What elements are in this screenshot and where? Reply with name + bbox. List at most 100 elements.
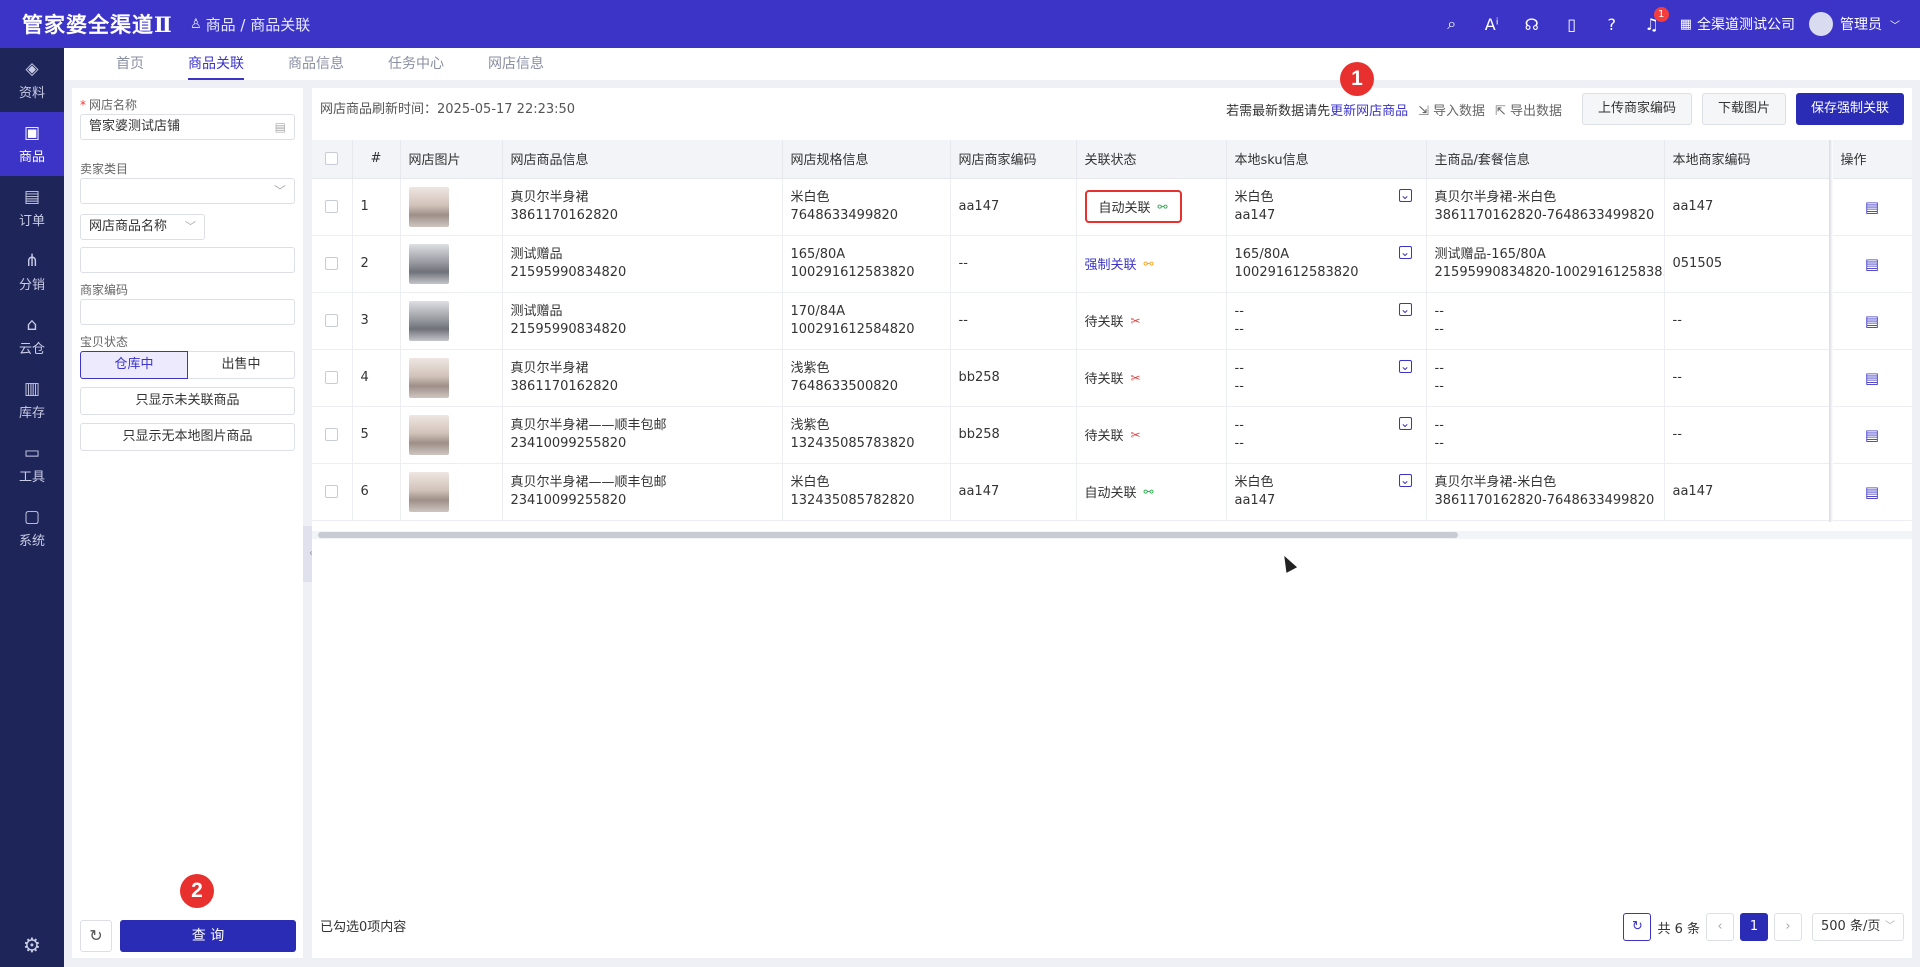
headset-icon[interactable]: ☊	[1512, 15, 1552, 34]
sidebar-item-data[interactable]: ◈ 资料	[0, 48, 64, 112]
toolbox-icon: ▭	[23, 442, 41, 463]
refresh-list-button[interactable]: ↻	[1623, 913, 1652, 941]
local-sku-cell: -- -- ⌄	[1226, 349, 1427, 407]
export-data-link[interactable]: ⇱ 导出数据	[1495, 100, 1562, 119]
select-sku-icon[interactable]: ⌄	[1398, 188, 1412, 202]
app-logo[interactable]: 管家婆全渠道Ⅱ	[0, 9, 190, 39]
spec-name: 浅紫色	[790, 360, 830, 376]
sku-code: --	[1234, 378, 1244, 394]
table-footer: 已勾选0项内容 ↻ 共 6 条 ‹ 1 › 500 条/页 ﹀	[312, 898, 1912, 958]
page-tabs: 首页 商品关联 商品信息 任务中心 网店信息	[64, 48, 1920, 80]
link-status[interactable]: 待关联 ✂	[1085, 311, 1141, 331]
clipboard-icon[interactable]: ▤	[1865, 198, 1879, 216]
link-icon: ⚯	[1157, 199, 1168, 214]
link-status[interactable]: 待关联 ✂	[1085, 425, 1141, 445]
clipboard-icon[interactable]: ▤	[1865, 369, 1879, 387]
search-icon[interactable]: ⌕	[1432, 14, 1472, 34]
no-image-only-button[interactable]: 只显示无本地图片商品	[80, 423, 295, 451]
row-checkbox[interactable]	[312, 292, 353, 350]
user-menu[interactable]: 管理员 ﹀	[1809, 12, 1900, 36]
name-field-select[interactable]: 网店商品名称 ﹀	[80, 214, 205, 240]
page-size-select[interactable]: 500 条/页 ﹀	[1812, 913, 1904, 941]
clipboard-icon[interactable]: ▤	[1865, 312, 1879, 330]
row-checkbox[interactable]	[312, 178, 353, 236]
status-on-sale[interactable]: 出售中	[188, 351, 295, 379]
reset-button[interactable]: ↻	[80, 920, 112, 952]
import-label: 导入数据	[1433, 103, 1486, 119]
row-checkbox[interactable]	[312, 463, 353, 521]
tab-shop-info[interactable]: 网店信息	[466, 48, 566, 80]
tab-task-center[interactable]: 任务中心	[366, 48, 466, 80]
select-sku-icon[interactable]: ⌄	[1398, 302, 1412, 316]
table-row: 2 测试赠品 21595990834820 165/80A 10029161258382…	[312, 235, 1912, 293]
sku-name: 米白色	[1234, 474, 1274, 490]
category-select[interactable]: ﹀	[80, 178, 295, 204]
update-shop-products-link[interactable]: 更新网店商品	[1330, 100, 1408, 119]
tab-home[interactable]: 首页	[94, 48, 166, 80]
tab-product-info[interactable]: 商品信息	[266, 48, 366, 80]
breadcrumb-text: 商品 / 商品关联	[205, 15, 311, 34]
company-switcher[interactable]: ▦ 全渠道测试公司	[1680, 14, 1795, 34]
link-status[interactable]: 自动关联 ⚯	[1085, 482, 1154, 502]
col-link-status-label: 关联状态	[1084, 153, 1137, 169]
table-header: # 网店图片 网店商品信息 网店规格信息 网店商家编码 关联状态? 本地sku信…	[312, 140, 1912, 179]
row-checkbox[interactable]	[312, 406, 353, 464]
sidebar-item-system[interactable]: ▢ 系统	[0, 496, 64, 560]
col-local-sku: 本地sku信息	[1226, 140, 1427, 179]
select-all-checkbox[interactable]	[312, 140, 353, 179]
shop-select[interactable]: 管家婆测试店铺 ▤	[80, 114, 295, 140]
clipboard-icon[interactable]: ▤	[1865, 426, 1879, 444]
sidebar-item-goods[interactable]: ▣ 商品	[0, 112, 64, 176]
shop-label: * 网店名称	[80, 98, 138, 112]
bell-icon[interactable]: ♫ 1	[1632, 6, 1672, 34]
upload-code-button[interactable]: 上传商家编码	[1581, 93, 1692, 125]
query-button[interactable]: 查 询	[120, 920, 296, 952]
ai-icon[interactable]: Aⁱ	[1472, 15, 1512, 34]
select-sku-icon[interactable]: ⌄	[1398, 359, 1412, 373]
sidebar-item-orders[interactable]: ▤ 订单	[0, 176, 64, 240]
status-in-warehouse[interactable]: 仓库中	[80, 351, 188, 379]
merchant-code-input[interactable]	[80, 299, 295, 325]
unlinked-only-button[interactable]: 只显示未关联商品	[80, 387, 295, 415]
sidebar-item-distribution[interactable]: ⋔ 分销	[0, 240, 64, 304]
product-thumbnail[interactable]	[408, 243, 449, 284]
row-checkbox[interactable]	[312, 349, 353, 407]
book-icon[interactable]: ▯	[1552, 15, 1592, 34]
select-sku-icon[interactable]: ⌄	[1398, 416, 1412, 430]
horizontal-scrollbar[interactable]	[318, 532, 1458, 538]
next-page-button[interactable]: ›	[1774, 913, 1802, 941]
page-number[interactable]: 1	[1740, 913, 1768, 941]
clipboard-icon[interactable]: ▤	[1865, 483, 1879, 501]
link-status[interactable]: 自动关联 ⚯	[1084, 190, 1182, 223]
product-thumbnail[interactable]	[408, 357, 449, 398]
chevron-down-icon: ﹀	[1885, 921, 1895, 932]
document-icon: ▤	[23, 186, 41, 207]
select-sku-icon[interactable]: ⌄	[1398, 245, 1412, 259]
link-status[interactable]: 待关联 ✂	[1085, 368, 1141, 388]
product-thumbnail[interactable]	[408, 414, 449, 455]
link-status[interactable]: 强制关联 ⚯	[1085, 254, 1154, 274]
gear-icon[interactable]: ⚙	[0, 933, 64, 957]
product-thumbnail[interactable]	[408, 186, 449, 227]
select-sku-icon[interactable]: ⌄	[1398, 473, 1412, 487]
sidebar-item-tools[interactable]: ▭ 工具	[0, 432, 64, 496]
shop-code-cell: aa147	[950, 178, 1077, 236]
import-data-link[interactable]: ⇲ 导入数据	[1418, 100, 1485, 119]
save-force-link-button[interactable]: 保存强制关联	[1795, 93, 1904, 125]
tab-product-link[interactable]: 商品关联	[166, 48, 266, 80]
row-index: 1	[352, 178, 401, 236]
clipboard-icon[interactable]: ▤	[1865, 255, 1879, 273]
product-name-input[interactable]	[80, 247, 295, 273]
sku-code: aa147	[1234, 492, 1276, 508]
actions-cell: ▤	[1832, 235, 1912, 293]
product-thumbnail[interactable]	[408, 471, 449, 512]
product-id: 23410099255820	[510, 435, 627, 451]
product-id: 3861170162820	[510, 207, 619, 223]
product-thumbnail[interactable]	[408, 300, 449, 341]
help-icon[interactable]: ?	[1592, 15, 1632, 34]
prev-page-button[interactable]: ‹	[1706, 913, 1734, 941]
row-checkbox[interactable]	[312, 235, 353, 293]
sidebar-item-inventory[interactable]: ▥ 库存	[0, 368, 64, 432]
sidebar-item-cloud-warehouse[interactable]: ⌂ 云仓	[0, 304, 64, 368]
download-image-button[interactable]: 下载图片	[1701, 93, 1786, 125]
